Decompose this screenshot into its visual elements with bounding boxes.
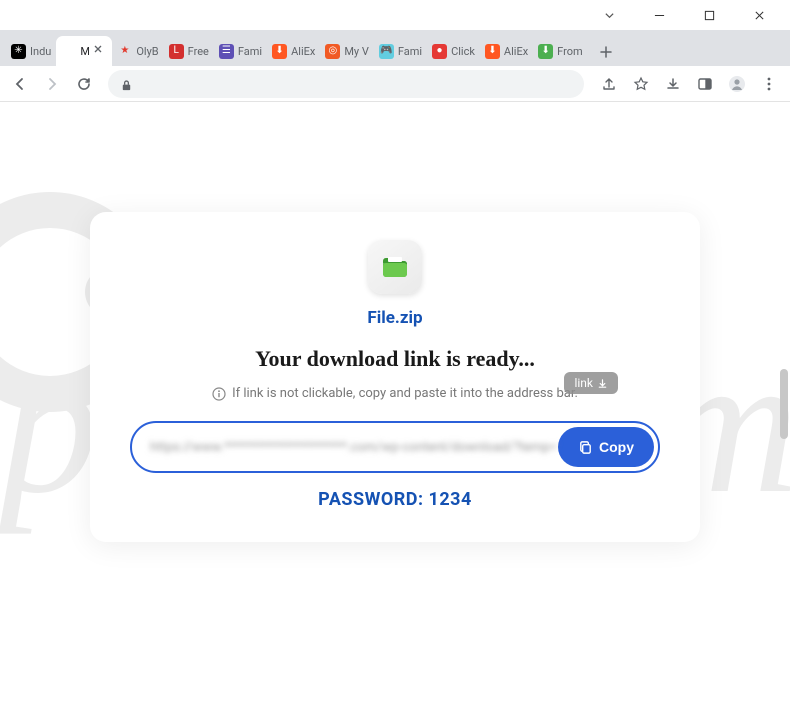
hint-text: If link is not clickable, copy and paste… bbox=[232, 386, 578, 401]
kebab-menu-icon[interactable] bbox=[754, 69, 784, 99]
browser-tab[interactable]: ✳ Indu bbox=[6, 36, 56, 66]
forward-button[interactable] bbox=[38, 70, 66, 98]
tab-title: M bbox=[80, 45, 89, 58]
maximize-button[interactable] bbox=[686, 0, 732, 30]
vertical-scrollbar[interactable] bbox=[780, 369, 788, 439]
sidepanel-icon[interactable] bbox=[690, 69, 720, 99]
download-heading: Your download link is ready... bbox=[255, 346, 535, 372]
browser-tab[interactable]: L Free bbox=[164, 36, 214, 66]
browser-tab[interactable]: ☰ Fami bbox=[214, 36, 267, 66]
tab-title: AliEx bbox=[504, 45, 528, 58]
browser-tab[interactable]: ◎ My V bbox=[320, 36, 374, 66]
tab-title: Free bbox=[188, 45, 209, 58]
page-content: pcrisk.com File.zip Your download link i… bbox=[0, 102, 790, 706]
browser-tab[interactable]: 🎮 Fami bbox=[374, 36, 427, 66]
back-button[interactable] bbox=[6, 70, 34, 98]
link-row: https://www.**********************.com/w… bbox=[130, 421, 660, 473]
browser-tab[interactable]: ⬇ AliEx bbox=[267, 36, 320, 66]
tab-title: AliEx bbox=[291, 45, 315, 58]
bookmark-star-icon[interactable] bbox=[626, 69, 656, 99]
tab-title: Click bbox=[451, 45, 475, 58]
reload-button[interactable] bbox=[70, 70, 98, 98]
browser-tab[interactable]: ● Click bbox=[427, 36, 480, 66]
close-window-button[interactable] bbox=[736, 0, 782, 30]
copy-label: Copy bbox=[599, 439, 634, 455]
favicon: ✳ bbox=[11, 44, 26, 59]
info-icon bbox=[212, 387, 226, 401]
address-bar[interactable] bbox=[108, 70, 584, 98]
favicon: L bbox=[169, 44, 184, 59]
tab-title: Fami bbox=[238, 45, 262, 58]
download-icon[interactable] bbox=[658, 69, 688, 99]
download-link-field[interactable]: https://www.**********************.com/w… bbox=[136, 429, 558, 465]
file-icon bbox=[368, 240, 422, 294]
tab-title: OlyB bbox=[136, 45, 158, 58]
favicon: ● bbox=[432, 44, 447, 59]
new-tab-button[interactable] bbox=[592, 38, 620, 66]
browser-tab[interactable]: ⌾M bbox=[56, 36, 112, 66]
password-label: PASSWORD: 1234 bbox=[318, 489, 472, 510]
close-tab-icon[interactable] bbox=[93, 44, 107, 58]
link-hint-pill: link bbox=[564, 372, 618, 394]
tab-title: Fami bbox=[398, 45, 422, 58]
tab-strip: ✳Indu⌾M★OlyBLFree☰Fami⬇AliEx◎My V🎮Fami●C… bbox=[0, 30, 790, 66]
window-controls bbox=[0, 0, 790, 30]
browser-tab[interactable]: ⬇ AliEx bbox=[480, 36, 533, 66]
favicon: ⬇ bbox=[485, 44, 500, 59]
tab-title: Indu bbox=[30, 45, 51, 58]
tab-title: From bbox=[557, 45, 582, 58]
lock-icon bbox=[120, 77, 134, 91]
share-icon[interactable] bbox=[594, 69, 624, 99]
browser-tab[interactable]: ★ OlyB bbox=[112, 36, 163, 66]
download-arrow-icon bbox=[597, 378, 608, 389]
filename: File.zip bbox=[367, 308, 422, 328]
chevron-down-icon[interactable] bbox=[586, 0, 632, 30]
favicon: ⬇ bbox=[272, 44, 287, 59]
favicon: 🎮 bbox=[379, 44, 394, 59]
favicon: ☰ bbox=[219, 44, 234, 59]
favicon: ★ bbox=[117, 44, 132, 59]
profile-icon[interactable] bbox=[722, 69, 752, 99]
favicon: ◎ bbox=[325, 44, 340, 59]
favicon: ⬇ bbox=[538, 44, 553, 59]
browser-toolbar bbox=[0, 66, 790, 102]
tab-title: My V bbox=[344, 45, 369, 58]
hint-row: If link is not clickable, copy and paste… bbox=[212, 386, 578, 401]
browser-tab[interactable]: ⬇ From bbox=[533, 36, 587, 66]
minimize-button[interactable] bbox=[636, 0, 682, 30]
favicon: ⌾ bbox=[61, 44, 76, 59]
copy-icon bbox=[578, 440, 593, 455]
copy-button[interactable]: Copy bbox=[558, 427, 654, 467]
